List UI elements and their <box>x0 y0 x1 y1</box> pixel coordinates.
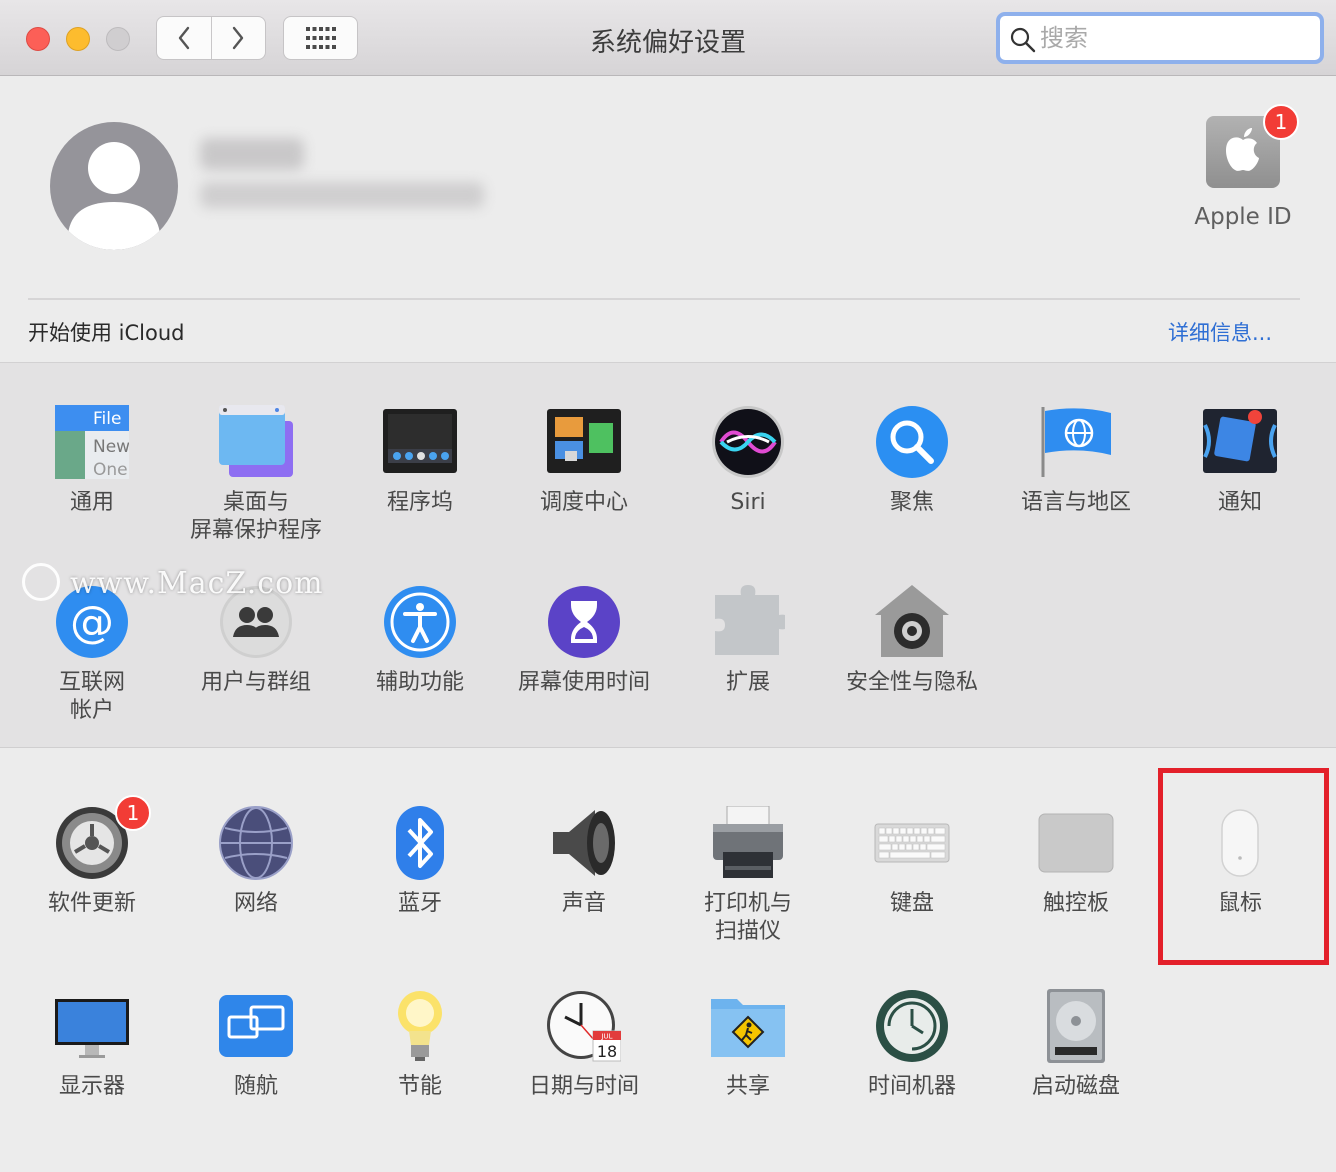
mission-control-icon <box>547 409 621 473</box>
sidecar-icon <box>219 995 293 1057</box>
date-time-icon: JUL 18 <box>547 991 621 1062</box>
personal-panes-section: File New One 通用 桌面与 屏幕保护程序 程序坞 调度中心 Siri… <box>0 362 1336 748</box>
pane-label: 日期与时间 <box>528 1074 639 1099</box>
title-bar: 系统偏好设置 <box>0 0 1336 76</box>
show-all-button[interactable] <box>283 16 358 60</box>
energy-saver-icon <box>398 991 442 1061</box>
accessibility-icon <box>384 586 456 658</box>
pane-label: 显示器 <box>58 1074 125 1099</box>
search-input[interactable] <box>1040 22 1310 54</box>
software-update-badge: 1 <box>115 795 151 831</box>
general-icon: File New One <box>55 405 129 479</box>
pane-label: 软件更新 <box>47 891 136 916</box>
svg-text:18: 18 <box>597 1042 617 1061</box>
window-title: 系统偏好设置 <box>589 28 746 58</box>
pane-label: 语言与地区 <box>1020 490 1131 515</box>
svg-text:JUL: JUL <box>600 1033 612 1041</box>
pane-label: 声音 <box>561 891 606 916</box>
pane-label: 互联网 帐户 <box>58 670 125 723</box>
pane-label: 共享 <box>725 1074 770 1099</box>
pane-label: 通用 <box>69 490 114 515</box>
pane-label: 通知 <box>1217 490 1262 515</box>
pane-label: 辅助功能 <box>375 670 464 695</box>
pane-label: 程序坞 <box>386 490 453 515</box>
divider <box>28 298 1300 300</box>
pane-label: 桌面与 屏幕保护程序 <box>189 490 322 543</box>
trackpad-icon <box>1038 813 1114 873</box>
spotlight-icon <box>876 406 948 478</box>
blurred-user-name <box>200 138 304 170</box>
pane-label: 节能 <box>397 1074 442 1099</box>
user-avatar[interactable] <box>50 122 178 250</box>
keyboard-icon <box>874 823 950 863</box>
pane-label: 启动磁盘 <box>1031 1074 1120 1099</box>
security-privacy-icon <box>875 585 949 657</box>
extensions-icon <box>715 585 785 655</box>
back-button[interactable] <box>157 17 211 59</box>
time-machine-icon <box>876 990 948 1062</box>
pane-label: 聚焦 <box>889 490 934 515</box>
search-icon <box>1010 27 1036 53</box>
apple-id-badge: 1 <box>1263 104 1299 140</box>
watermark: www.MacZ.com <box>22 563 324 604</box>
grid-icon <box>305 27 336 49</box>
forward-button[interactable] <box>210 17 266 59</box>
pane-label: 网络 <box>233 891 278 916</box>
svg-text:One: One <box>93 460 128 479</box>
sound-icon <box>553 810 615 876</box>
icloud-details-link[interactable]: 详细信息... <box>1168 317 1272 347</box>
siri-icon <box>712 406 784 478</box>
svg-text:@: @ <box>70 597 114 648</box>
displays-icon <box>55 999 129 1058</box>
pane-label: 扩展 <box>725 670 770 695</box>
pane-label: 打印机与 扫描仪 <box>703 891 792 944</box>
chevron-left-icon <box>178 26 189 50</box>
pane-label: 用户与群组 <box>200 670 311 695</box>
zoom-button[interactable] <box>106 27 130 51</box>
pane-label: 触控板 <box>1042 891 1109 916</box>
dock-icon <box>383 409 457 473</box>
sharing-icon <box>711 999 785 1057</box>
chevron-right-icon <box>233 26 244 50</box>
close-button[interactable] <box>26 27 50 51</box>
search-field[interactable] <box>996 12 1324 64</box>
pane-label: 屏幕使用时间 <box>517 670 650 695</box>
printers-scanners-icon <box>713 806 783 878</box>
mouse-highlight-box <box>1158 768 1329 965</box>
language-region-icon <box>1041 407 1111 477</box>
network-icon <box>219 806 293 880</box>
minimize-button[interactable] <box>66 27 90 51</box>
watermark-logo-icon <box>22 563 60 601</box>
notifications-icon <box>1203 409 1277 473</box>
pane-label: 随航 <box>233 1074 278 1099</box>
user-silhouette-icon <box>68 142 160 250</box>
screen-time-icon <box>548 586 620 658</box>
startup-disk-icon <box>1047 989 1105 1063</box>
svg-text:File: File <box>93 409 121 429</box>
pane-label: 键盘 <box>889 891 934 916</box>
pane-label: 时间机器 <box>867 1074 956 1099</box>
pane-label: 调度中心 <box>539 490 628 515</box>
bluetooth-icon <box>396 806 444 880</box>
pane-label: 蓝牙 <box>397 891 442 916</box>
pane-label: Siri <box>730 490 766 515</box>
desktop-screensaver-icon <box>219 405 293 477</box>
icloud-prompt: 开始使用 iCloud <box>28 321 185 345</box>
blurred-user-email <box>200 182 484 208</box>
svg-text:New: New <box>93 437 129 457</box>
hardware-panes-section: 软件更新 1 网络 蓝牙 声音 打印机与 扫描仪 键盘 触控板 鼠标 显示器 随… <box>0 749 1336 1172</box>
pane-label: 安全性与隐私 <box>845 670 978 695</box>
nav-buttons <box>156 16 266 60</box>
apple-id-label: Apple ID <box>1194 204 1292 230</box>
